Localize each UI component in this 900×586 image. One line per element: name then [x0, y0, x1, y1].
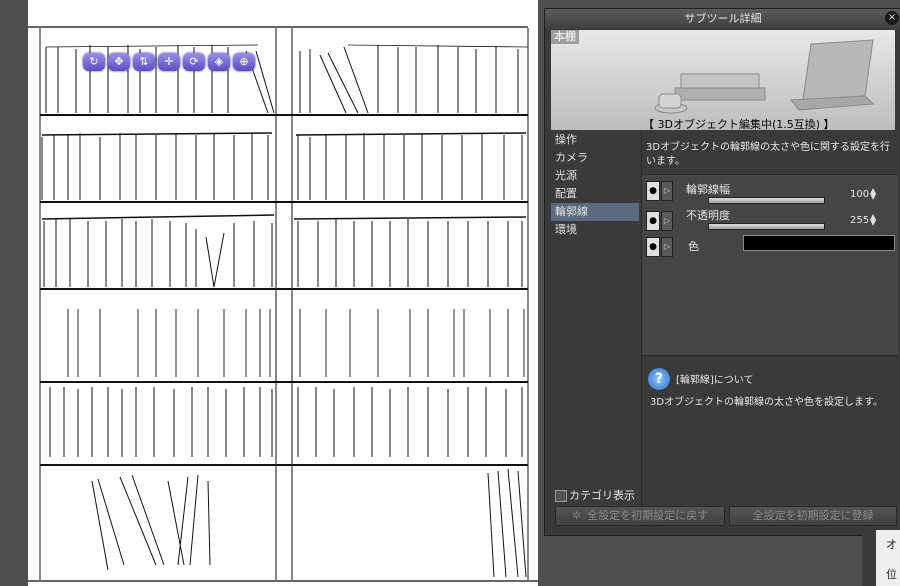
nav-item-operation[interactable]: 操作 — [551, 131, 639, 149]
ground-move-icon[interactable]: ⊕ — [233, 53, 255, 71]
eye-icon[interactable]: ● — [646, 211, 660, 231]
rotate-object-icon[interactable]: ⟳ — [183, 53, 205, 71]
scale-object-icon[interactable]: ◈ — [208, 53, 230, 71]
settings-main: 3Dオブジェクトの輪郭線の太さや色に関する設定を行います。 ● ▷ 輪郭線幅 1… — [641, 131, 898, 507]
outline-width-label: 輪郭線幅 — [686, 183, 730, 196]
pan-camera-icon[interactable]: ✥ — [108, 53, 130, 71]
help-icon: ? — [648, 368, 670, 390]
help-body: 3Dオブジェクトの輪郭線の太さや色を設定します。 — [650, 397, 884, 408]
outline-width-slider[interactable] — [708, 197, 825, 204]
outline-color-swatch[interactable] — [743, 235, 895, 251]
category-display-toggle[interactable]: カテゴリ表示 — [555, 487, 635, 503]
bookshelf-3d-render — [28, 26, 538, 582]
opacity-value[interactable]: 255 — [850, 215, 869, 226]
help-section: ? [輪郭線]について 3Dオブジェクトの輪郭線の太さや色を設定します。 — [642, 363, 898, 505]
preview-label: 本棚 — [551, 30, 579, 44]
rotate-camera-icon[interactable]: ↻ — [83, 53, 105, 71]
tool-preview: 本棚 【 3Dオブジェクト編集中(1.5互換) 】 — [551, 30, 895, 130]
close-icon[interactable]: × — [885, 11, 899, 25]
edge-text-1: オ — [886, 538, 897, 551]
panel-title: サブツール詳細 — [684, 12, 762, 25]
help-title: [輪郭線]について — [676, 375, 754, 386]
opacity-spinner[interactable]: ▲ ▼ — [870, 213, 879, 227]
category-nav: 操作 カメラ 光源 配置 輪郭線 環境 — [551, 131, 639, 507]
category-checkbox[interactable] — [555, 490, 567, 502]
color-label: 色 — [688, 240, 699, 253]
drawing-canvas[interactable]: ↻ ✥ ⇅ ✛ ⟳ ◈ ⊕ — [28, 25, 538, 586]
preview-laptop-illustration — [654, 39, 875, 114]
nav-item-light[interactable]: 光源 — [551, 167, 639, 185]
expand-arrow-icon[interactable]: ▷ — [661, 181, 673, 201]
reset-defaults-button[interactable]: ✲ 全設定を初期設定に戻す — [555, 506, 725, 526]
reset-icon: ✲ — [571, 509, 582, 522]
eye-icon[interactable]: ● — [646, 237, 660, 257]
subtool-detail-panel: サブツール詳細 × 本棚 【 3Dオブジェクト編集中(1.5互換) 】 操作 カ… — [544, 8, 900, 536]
nav-item-camera[interactable]: カメラ — [551, 149, 639, 167]
dolly-camera-icon[interactable]: ⇅ — [133, 53, 155, 71]
right-panel-edge-content: オ 位 — [876, 530, 900, 586]
expand-arrow-icon[interactable]: ▷ — [661, 211, 673, 231]
canvas-top-area — [28, 0, 538, 25]
opacity-label: 不透明度 — [686, 209, 730, 222]
edge-text-2: 位 — [886, 568, 897, 581]
nav-item-environment[interactable]: 環境 — [551, 221, 639, 239]
property-list: ● ▷ 輪郭線幅 100 ▲ ▼ ● ▷ 不透明度 255 ▲ ▼ ● ▷ 色 — [642, 174, 898, 356]
category-display-label: カテゴリ表示 — [569, 489, 635, 502]
register-defaults-label: 全設定を初期設定に登録 — [752, 509, 874, 522]
move-object-icon[interactable]: ✛ — [158, 53, 180, 71]
outline-width-value[interactable]: 100 — [850, 189, 869, 200]
edit-status-text: 【 3Dオブジェクト編集中(1.5互換) 】 — [643, 118, 835, 130]
category-description: 3Dオブジェクトの輪郭線の太さや色に関する設定を行います。 — [646, 142, 891, 167]
register-defaults-button[interactable]: 全設定を初期設定に登録 — [729, 506, 897, 526]
outline-width-spinner[interactable]: ▲ ▼ — [870, 187, 879, 201]
nav-item-placement[interactable]: 配置 — [551, 185, 639, 203]
nav-item-outline[interactable]: 輪郭線 — [551, 203, 639, 221]
panel-titlebar[interactable]: サブツール詳細 × — [545, 9, 900, 29]
opacity-slider[interactable] — [708, 223, 825, 230]
eye-icon[interactable]: ● — [646, 181, 660, 201]
3d-object-gizmo-toolbar: ↻ ✥ ⇅ ✛ ⟳ ◈ ⊕ — [83, 53, 255, 71]
reset-defaults-label: 全設定を初期設定に戻す — [587, 509, 709, 522]
expand-arrow-icon[interactable]: ▷ — [661, 237, 673, 257]
